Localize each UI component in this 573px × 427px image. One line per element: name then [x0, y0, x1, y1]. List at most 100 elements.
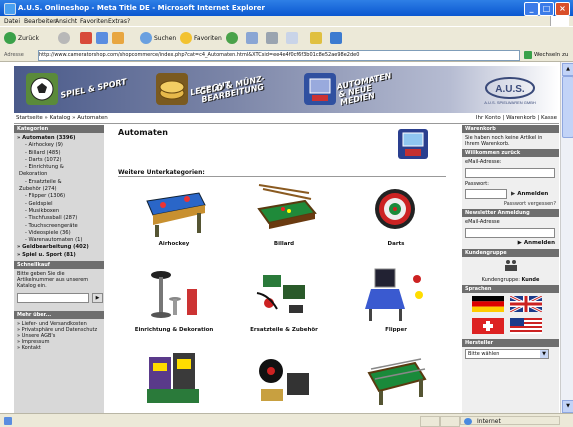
category-item[interactable]: - Musikboxen [17, 208, 101, 215]
aus-logo[interactable]: A.U.S. A.U.S. SPIELWAREN GMBH [481, 74, 539, 106]
category-item[interactable]: - Flipper (1306) [17, 193, 101, 200]
history-icon [226, 32, 238, 44]
back-button[interactable]: Zurück [4, 31, 39, 45]
nav-automaten[interactable]: AUTOMATEN & NEUE MEDIEN [304, 71, 400, 107]
address-input[interactable]: http://www.cameratorshop.com/shopcommerc… [38, 50, 520, 61]
bar-stool-icon [151, 271, 197, 318]
tile-billard[interactable]: Billard [236, 179, 332, 247]
menu-tools[interactable]: Extras [108, 18, 127, 25]
browser-window: A.U.S. Onlineshop - Meta Title DE - Micr… [0, 0, 573, 427]
refresh-icon [96, 32, 108, 44]
mail-button[interactable] [246, 31, 258, 45]
category-item[interactable]: - Videospiele (36) [17, 230, 101, 237]
ie-icon [4, 3, 16, 15]
info-link[interactable]: » Kontakt [17, 345, 101, 351]
scroll-thumb[interactable] [562, 76, 573, 138]
search-button[interactable]: Suchen [140, 31, 176, 45]
newsletter-email-input[interactable] [465, 228, 555, 238]
quickbuy-text: Bitte geben Sie die Artikelnummer aus un… [17, 271, 89, 290]
tile-flipper[interactable]: Flipper [348, 265, 444, 333]
category-item[interactable]: - Billard (485) [17, 150, 101, 157]
discuss-button[interactable] [310, 31, 322, 45]
tile-geldspiel[interactable] [126, 349, 222, 411]
category-item[interactable]: - Darts (1072) [17, 157, 101, 164]
airhockey-table-icon [146, 192, 206, 237]
vertical-scrollbar[interactable]: ▲ ▼ [560, 62, 573, 413]
manufacturer-select[interactable]: Bitte wählen ▼ [465, 349, 549, 359]
customer-group-text: Kundengruppe: Kunde [481, 277, 540, 283]
jukebox-parts-icon [259, 359, 309, 401]
flag-uk-icon[interactable] [510, 296, 542, 312]
category-item[interactable]: - Geldspiel [17, 201, 101, 208]
nav-spiel-sport[interactable]: SPIEL & SPORT [26, 72, 128, 106]
address-bar: Adresse http://www.cameratorshop.com/sho… [0, 49, 573, 62]
flag-de-icon[interactable] [472, 296, 504, 312]
scroll-down-icon[interactable]: ▼ [562, 400, 573, 413]
menu-edit[interactable]: Bearbeiten [24, 18, 57, 25]
refresh-button[interactable] [96, 31, 108, 45]
category-item[interactable]: - Ersatzteile & [17, 179, 101, 186]
category-item[interactable]: Dekoration [17, 171, 101, 178]
login-email-input[interactable] [465, 168, 555, 178]
login-password-input[interactable] [465, 189, 507, 199]
close-button[interactable]: × [555, 2, 570, 16]
newsletter-email-label: eMail-Adresse [465, 219, 500, 225]
web-page: SPIEL & SPORT LEERGUT GELD & MÜNZ-BEARBE… [0, 62, 573, 413]
history-button[interactable] [226, 31, 238, 45]
breadcrumb-path[interactable]: Startseite » Katalog » Automaten [16, 115, 108, 121]
menu-file[interactable]: Datei [4, 18, 20, 25]
login-button[interactable]: ▶ Anmelden [511, 191, 548, 197]
menu-view[interactable]: Ansicht [55, 18, 77, 25]
customer-group-icon [462, 257, 559, 275]
arrow-right-icon: ▶ [511, 191, 516, 197]
minimize-button[interactable]: _ [524, 2, 539, 16]
messenger-icon [330, 32, 342, 44]
menu-help[interactable]: ? [127, 18, 130, 25]
category-item[interactable]: - Airhockey (9) [17, 142, 101, 149]
category-item[interactable]: » Geldbearbeitung (402) [17, 244, 101, 251]
language-flags [462, 293, 559, 337]
tile-musikboxen[interactable] [236, 349, 332, 411]
category-item[interactable]: Zubehör (274) [17, 186, 101, 193]
edit-button[interactable] [286, 31, 298, 45]
maximize-button[interactable]: □ [539, 2, 554, 16]
nav-geld-muenz[interactable]: GELD & MÜNZ-BEARBEITUNG [198, 72, 272, 106]
newsletter-submit-button[interactable]: ▶ Anmelden [462, 240, 559, 246]
forgot-password-link[interactable]: Passwort vergessen? [462, 199, 559, 209]
pinball-machine-icon [365, 268, 423, 321]
messenger-button[interactable] [330, 31, 342, 45]
tile-airhockey[interactable]: Airhockey [126, 179, 222, 247]
category-item[interactable]: » Spiel u. Sport (81) [17, 252, 101, 259]
category-label: Flipper (1306) [28, 193, 66, 200]
account-links[interactable]: Ihr Konto | Warenkorb | Kasse [476, 115, 557, 121]
category-item[interactable]: - Touchscreengeräte [17, 223, 101, 230]
go-button[interactable]: Wechseln zu [524, 51, 568, 59]
print-icon [266, 32, 278, 44]
mail-icon [246, 32, 258, 44]
category-item[interactable]: - Einrichtung & [17, 164, 101, 171]
main-content: Automaten Weitere Unterkategorien: Airho… [108, 125, 460, 413]
home-button[interactable] [112, 31, 124, 45]
tile-ersatzteile[interactable]: Ersatzteile & Zubehör [236, 265, 332, 333]
slot-machines-icon [147, 353, 199, 403]
category-item[interactable]: » Automaten (3396) [17, 135, 101, 142]
customer-group-heading: Kundengruppe [462, 249, 559, 257]
category-item[interactable]: - Warenautomaten (1) [17, 237, 101, 244]
stop-button[interactable] [80, 31, 92, 45]
flag-ch-icon[interactable] [472, 318, 504, 334]
tile-tischfussball[interactable] [348, 349, 444, 411]
info-heading: Mehr über... [14, 311, 104, 320]
scroll-up-icon[interactable]: ▲ [562, 63, 573, 76]
flag-us-icon[interactable] [510, 318, 542, 334]
quickbuy-go-button[interactable]: ▶ [92, 293, 103, 304]
favorites-button[interactable]: Favoriten [180, 31, 222, 45]
quickbuy-input[interactable] [17, 293, 89, 304]
category-label: Musikboxen [28, 207, 60, 214]
tile-einrichtung[interactable]: Einrichtung & Dekoration [126, 265, 222, 333]
category-label: Ersatzteile & [28, 178, 62, 185]
print-button[interactable] [266, 31, 278, 45]
forward-button[interactable] [58, 31, 70, 45]
menu-favorites[interactable]: Favoriten [80, 18, 108, 25]
category-item[interactable]: - Tischfussball (287) [17, 215, 101, 222]
tile-darts[interactable]: Darts [348, 179, 444, 247]
